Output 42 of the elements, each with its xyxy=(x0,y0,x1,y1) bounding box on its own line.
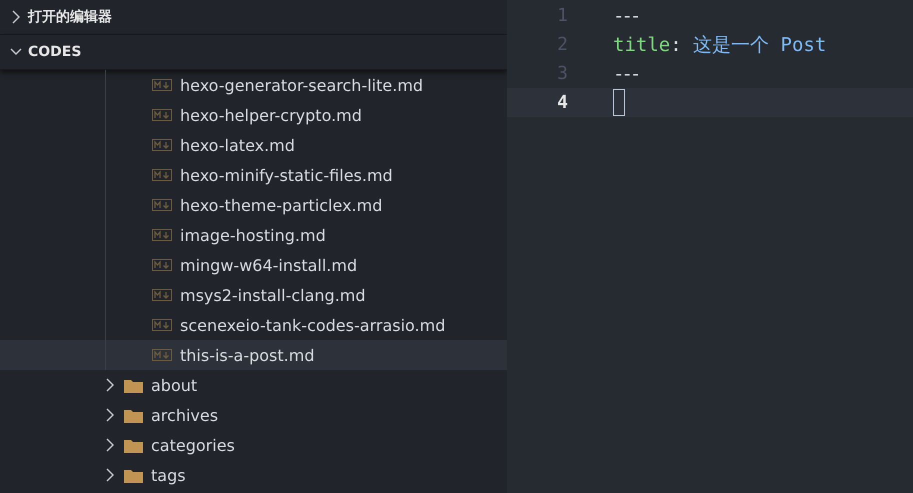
markdown-icon xyxy=(152,139,172,151)
code-text: --- xyxy=(613,62,638,84)
chevron-right-icon xyxy=(104,468,116,482)
file-item[interactable]: hexo-generator-search-lite.md xyxy=(0,70,507,100)
markdown-icon xyxy=(152,229,172,241)
file-item[interactable]: hexo-latex.md xyxy=(0,130,507,160)
code-text: : xyxy=(670,34,683,56)
chevron-right-icon xyxy=(104,438,116,452)
chevron-right-icon xyxy=(104,408,116,422)
file-item[interactable]: scenexeio-tank-codes-arrasio.md xyxy=(0,310,507,340)
markdown-icon xyxy=(152,169,172,181)
folder-icon xyxy=(124,408,143,422)
folder-item[interactable]: tags xyxy=(0,460,507,490)
markdown-icon xyxy=(152,319,172,331)
markdown-icon xyxy=(152,289,172,301)
file-item[interactable]: mingw-w64-install.md xyxy=(0,250,507,280)
folder-item[interactable]: categories xyxy=(0,430,507,460)
file-item[interactable]: this-is-a-post.md xyxy=(0,340,507,370)
markdown-icon xyxy=(152,109,172,121)
markdown-icon xyxy=(152,199,172,211)
text-cursor xyxy=(613,89,625,116)
file-item[interactable]: msys2-install-clang.md xyxy=(0,280,507,310)
chevron-right-icon xyxy=(104,378,116,392)
section-header[interactable]: CODES xyxy=(0,35,507,70)
file-item[interactable]: hexo-theme-particlex.md xyxy=(0,190,507,220)
markdown-icon xyxy=(152,259,172,271)
folder-icon xyxy=(124,468,143,482)
file-item[interactable]: hexo-helper-crypto.md xyxy=(0,100,507,130)
folder-item[interactable]: about xyxy=(0,370,507,400)
code-text: title xyxy=(613,34,670,56)
file-item[interactable]: hexo-minify-static-files.md xyxy=(0,160,507,190)
code-text: --- xyxy=(613,4,638,26)
folder-icon xyxy=(124,378,143,392)
file-item[interactable]: image-hosting.md xyxy=(0,220,507,250)
folder-item[interactable]: archives xyxy=(0,400,507,430)
markdown-icon xyxy=(152,349,172,361)
code-text: 这是一个 Post xyxy=(693,32,826,58)
folder-icon xyxy=(124,438,143,452)
section-header[interactable]: 打开的编辑器 xyxy=(0,0,507,35)
chevron-right-icon xyxy=(10,10,22,24)
line-number: 4 xyxy=(556,92,569,113)
markdown-icon xyxy=(152,79,172,91)
